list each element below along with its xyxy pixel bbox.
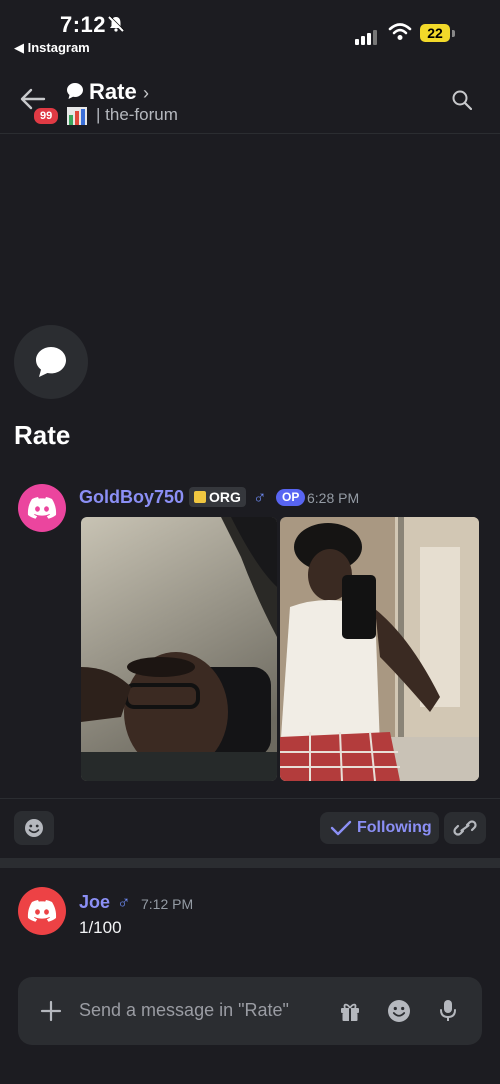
chat-bubble-icon xyxy=(36,347,66,377)
section-divider xyxy=(0,858,500,868)
channel-title[interactable]: Rate xyxy=(89,79,137,105)
battery-tip xyxy=(452,30,455,37)
smiley-icon xyxy=(388,1000,410,1022)
org-tag: ORG xyxy=(189,487,246,507)
chevron-right-icon[interactable]: › xyxy=(143,83,149,104)
checkmark-icon xyxy=(330,820,352,836)
copy-link-button[interactable] xyxy=(444,812,486,844)
discord-icon xyxy=(27,497,57,519)
cellular-signal-icon xyxy=(355,27,379,45)
gender-symbol: ♂ xyxy=(253,487,267,507)
message-author[interactable]: GoldBoy750 xyxy=(79,487,184,508)
post-title: Rate xyxy=(14,420,71,450)
following-label: Following xyxy=(357,819,432,836)
battery-indicator: 22 xyxy=(420,24,450,42)
attachment-image-1[interactable] xyxy=(81,517,277,781)
add-reaction-button[interactable] xyxy=(14,811,54,845)
plus-icon[interactable] xyxy=(40,1000,62,1027)
crown-icon xyxy=(194,491,206,503)
discord-icon xyxy=(27,900,57,922)
message-text: 1/100 xyxy=(79,918,122,937)
op-badge: OP xyxy=(276,489,306,506)
search-icon[interactable] xyxy=(452,90,473,115)
org-tag-label: ORG xyxy=(209,489,241,505)
following-button[interactable]: Following xyxy=(320,812,439,844)
gift-icon[interactable] xyxy=(339,1000,361,1027)
attachment-image-2[interactable] xyxy=(280,517,479,781)
gender-symbol: ♂ xyxy=(117,892,131,912)
wifi-icon xyxy=(388,23,412,46)
message-input[interactable]: Send a message in "Rate" xyxy=(79,1000,289,1021)
status-time: 7:12 xyxy=(60,12,107,37)
channel-subtitle[interactable]: | the-forum xyxy=(96,105,178,125)
bell-slash-icon xyxy=(107,15,127,35)
message-timestamp: 7:12 PM xyxy=(141,896,194,912)
back-to-instagram-link[interactable]: ◀ Instagram xyxy=(14,40,90,56)
chat-bubble-icon xyxy=(66,82,84,105)
divider xyxy=(0,798,500,799)
unread-count-badge: 99 xyxy=(32,106,61,126)
server-bar-chart-icon xyxy=(67,107,87,130)
header-divider xyxy=(0,133,500,134)
message-timestamp: 6:28 PM xyxy=(307,490,360,506)
link-icon xyxy=(453,820,477,836)
avatar[interactable] xyxy=(18,484,66,532)
avatar[interactable] xyxy=(18,887,66,935)
forum-post-icon-circle xyxy=(14,325,88,399)
message-author[interactable]: Joe xyxy=(79,892,110,913)
smiley-icon xyxy=(25,819,43,837)
microphone-icon[interactable] xyxy=(439,999,457,1028)
emoji-picker-button[interactable] xyxy=(387,999,411,1028)
